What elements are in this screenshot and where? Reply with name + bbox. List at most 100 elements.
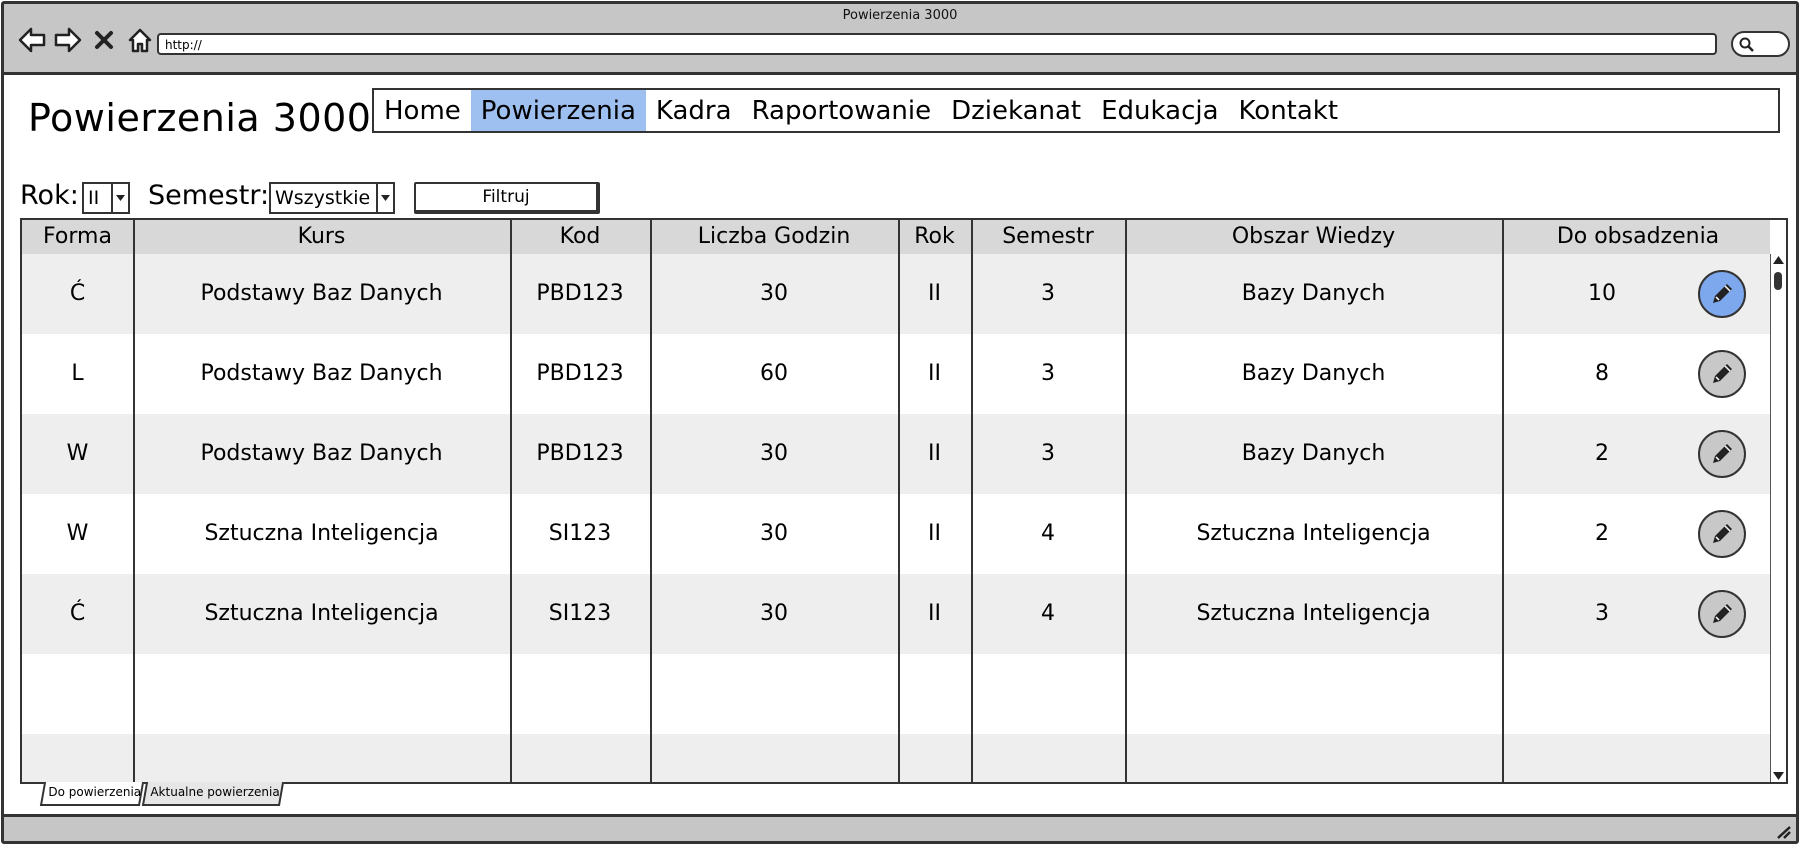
table-row[interactable]: L Podstawy Baz Danych PBD123 60 II 3 Bazy Dany…	[22, 334, 1770, 414]
cell-rok: II	[928, 521, 941, 546]
table-row[interactable]: Ć Podstawy Baz Danych PBD123 30 II 3 Bazy Dany…	[22, 254, 1770, 334]
cell-do-obsadzenia: 2	[1595, 521, 1609, 546]
cell-forma: W	[66, 521, 89, 546]
col-header-obszar-wiedzy[interactable]: Obszar Wiedzy	[1125, 220, 1502, 254]
pencil-icon	[1713, 364, 1732, 383]
pencil-icon	[1713, 604, 1732, 623]
chevron-down-icon	[376, 184, 393, 212]
pencil-icon	[1713, 284, 1732, 303]
cell-kurs: Sztuczna Inteligencja	[204, 601, 439, 626]
nav-item-powierzenia[interactable]: Powierzenia	[470, 90, 646, 131]
cell-forma: W	[66, 441, 89, 466]
col-header-kurs[interactable]: Kurs	[133, 220, 510, 254]
back-arrow-icon[interactable]	[18, 26, 46, 54]
cell-obszar-wiedzy: Bazy Danych	[1241, 361, 1386, 386]
edit-button[interactable]	[1698, 590, 1746, 638]
nav-item-kontakt[interactable]: Kontakt	[1229, 90, 1349, 131]
cell-kurs: Podstawy Baz Danych	[200, 441, 443, 466]
stop-icon[interactable]	[90, 26, 118, 54]
assignments-table: Ć Podstawy Baz Danych PBD123 30 II 3 Bazy Dany…	[20, 218, 1788, 784]
filter-button[interactable]: Filtruj	[414, 182, 600, 214]
edit-button[interactable]	[1698, 350, 1746, 398]
scroll-up-icon[interactable]	[1773, 256, 1784, 264]
edit-button[interactable]	[1698, 510, 1746, 558]
column-divider	[1125, 220, 1127, 782]
rok-label: Rok:	[20, 180, 79, 211]
cell-kod: SI123	[548, 521, 612, 546]
cell-semestr: 3	[1041, 361, 1055, 386]
scroll-down-icon[interactable]	[1773, 772, 1784, 780]
empty-table-row	[22, 734, 1770, 782]
cell-liczba-godzin: 60	[760, 361, 788, 386]
cell-forma: L	[71, 361, 84, 386]
col-header-semestr[interactable]: Semestr	[971, 220, 1125, 254]
cell-obszar-wiedzy: Bazy Danych	[1241, 441, 1386, 466]
edit-button[interactable]	[1698, 270, 1746, 318]
empty-table-row	[22, 654, 1770, 734]
pencil-icon	[1713, 444, 1732, 463]
cell-kod: SI123	[548, 601, 612, 626]
column-divider	[133, 220, 135, 782]
resize-grip-icon[interactable]	[1776, 825, 1792, 839]
cell-obszar-wiedzy: Sztuczna Inteligencja	[1196, 521, 1431, 546]
window-title: Powierzenia 3000	[842, 8, 958, 23]
home-icon[interactable]	[126, 26, 154, 54]
cell-rok: II	[928, 361, 941, 386]
cell-kurs: Podstawy Baz Danych	[200, 361, 443, 386]
browser-search-field[interactable]	[1731, 31, 1790, 57]
cell-liczba-godzin: 30	[760, 521, 788, 546]
nav-item-raportowanie[interactable]: Raportowanie	[742, 90, 942, 131]
tab-label: Do powierzenia	[48, 785, 142, 799]
cell-forma: Ć	[69, 281, 86, 306]
browser-window: Powierzenia 3000 http:// Powierzenia 300…	[1, 1, 1799, 844]
semestr-label: Semestr:	[148, 180, 270, 211]
table-scrollbar[interactable]	[1770, 254, 1786, 782]
main-nav: Home Powierzenia Kadra Raportowanie Dzie…	[372, 88, 1780, 133]
col-header-forma[interactable]: Forma	[22, 220, 133, 254]
cell-do-obsadzenia: 8	[1595, 361, 1609, 386]
cell-kurs: Podstawy Baz Danych	[200, 281, 443, 306]
column-divider	[1502, 220, 1504, 782]
tab-do-powierzenia[interactable]: Do powierzenia	[39, 782, 145, 806]
cell-kurs: Sztuczna Inteligencja	[204, 521, 439, 546]
address-bar[interactable]: http://	[157, 33, 1717, 55]
nav-item-dziekanat[interactable]: Dziekanat	[941, 90, 1091, 131]
table-row[interactable]: Ć Sztuczna Inteligencja SI123 30 II 4 Sztuczna…	[22, 574, 1770, 654]
semestr-select[interactable]: Wszystkie	[269, 182, 395, 214]
forward-arrow-icon[interactable]	[54, 26, 82, 54]
col-header-liczba-godzin[interactable]: Liczba Godzin	[650, 220, 898, 254]
col-header-rok[interactable]: Rok	[898, 220, 971, 254]
app-title: Powierzenia 3000	[28, 96, 372, 140]
rok-select-value: II	[88, 187, 100, 209]
col-header-do-obsadzenia[interactable]: Do obsadzenia	[1502, 220, 1770, 254]
cell-rok: II	[928, 601, 941, 626]
nav-item-kadra[interactable]: Kadra	[646, 90, 742, 131]
rok-select[interactable]: II	[82, 182, 130, 214]
nav-item-edukacja[interactable]: Edukacja	[1091, 90, 1228, 131]
browser-toolbar: Powierzenia 3000 http://	[4, 4, 1796, 75]
col-header-kod[interactable]: Kod	[510, 220, 650, 254]
browser-nav-buttons	[18, 26, 154, 54]
edit-button[interactable]	[1698, 430, 1746, 478]
cell-do-obsadzenia: 2	[1595, 441, 1609, 466]
cell-semestr: 4	[1041, 521, 1055, 546]
cell-do-obsadzenia: 3	[1595, 601, 1609, 626]
cell-do-obsadzenia: 10	[1588, 281, 1616, 306]
column-divider	[510, 220, 512, 782]
cell-liczba-godzin: 30	[760, 281, 788, 306]
column-divider	[898, 220, 900, 782]
scrollbar-thumb[interactable]	[1774, 272, 1782, 290]
cell-liczba-godzin: 30	[760, 441, 788, 466]
tab-aktualne-powierzenia[interactable]: Aktualne powierzenia	[141, 782, 285, 806]
cell-liczba-godzin: 30	[760, 601, 788, 626]
nav-item-home[interactable]: Home	[374, 90, 471, 131]
browser-status-bar	[4, 814, 1796, 841]
tab-label: Aktualne powierzenia	[150, 785, 280, 799]
table-row[interactable]: W Sztuczna Inteligencja SI123 30 II 4 Sztuczna…	[22, 494, 1770, 574]
cell-semestr: 3	[1041, 281, 1055, 306]
table-row[interactable]: W Podstawy Baz Danych PBD123 30 II 3 Bazy Dany…	[22, 414, 1770, 494]
cell-kod: PBD123	[536, 441, 624, 466]
cell-obszar-wiedzy: Sztuczna Inteligencja	[1196, 601, 1431, 626]
column-divider	[650, 220, 652, 782]
search-icon	[1739, 37, 1754, 52]
